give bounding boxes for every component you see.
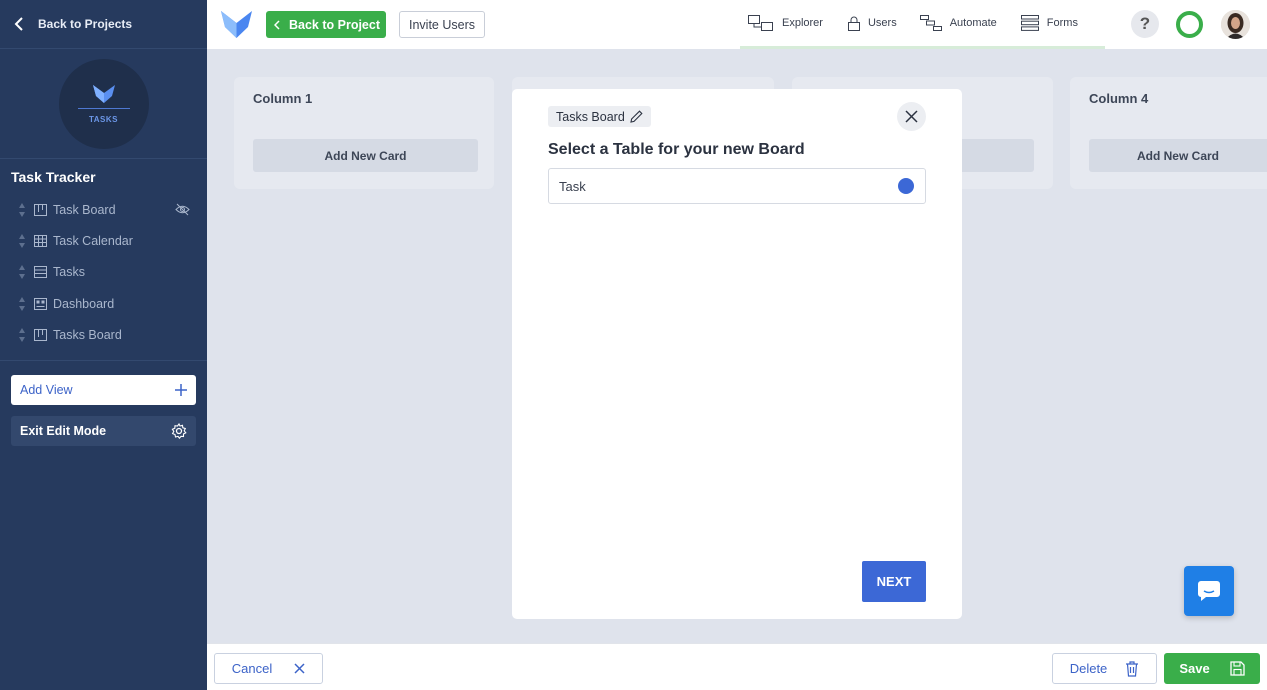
- nav-explorer-label: Explorer: [782, 17, 823, 29]
- drag-handle-icon[interactable]: [18, 233, 26, 248]
- chevron-left-icon: [274, 19, 280, 30]
- plus-icon: [175, 384, 187, 396]
- forms-icon: [1020, 15, 1039, 31]
- drag-handle-icon[interactable]: [18, 296, 26, 311]
- project-title: Task Tracker: [11, 169, 96, 185]
- nav-automate-label: Automate: [949, 17, 997, 29]
- close-icon: [294, 663, 305, 674]
- table-option-task[interactable]: Task: [548, 168, 926, 204]
- table-icon: [34, 266, 47, 279]
- pencil-icon: [630, 110, 643, 123]
- automate-icon: [919, 15, 942, 31]
- modal-title: Select a Table for your new Board: [548, 141, 805, 158]
- sidebar-item-task-calendar[interactable]: Task Calendar: [0, 225, 207, 256]
- save-button[interactable]: Save: [1164, 653, 1260, 684]
- explorer-icon: [748, 15, 773, 31]
- drag-handle-icon[interactable]: [18, 265, 26, 280]
- floppy-disk-icon: [1230, 661, 1245, 676]
- project-logo-area: TASKS: [0, 49, 207, 159]
- nav-forms[interactable]: Forms: [1020, 15, 1078, 31]
- nav-users-label: Users: [867, 17, 897, 29]
- sidebar-item-label: Dashboard: [53, 296, 115, 311]
- logo-divider: [77, 107, 130, 109]
- invite-users-button[interactable]: Invite Users: [399, 11, 485, 38]
- cancel-label: Cancel: [231, 661, 273, 676]
- radio-selected-icon[interactable]: [898, 178, 914, 194]
- top-bar: Back to Project Invite Users Explorer Us…: [207, 0, 1267, 49]
- drag-handle-icon[interactable]: [18, 202, 26, 217]
- board-name-label: Tasks Board: [556, 109, 625, 124]
- logo-label: TASKS: [88, 114, 119, 124]
- back-to-project-label: Back to Project: [289, 17, 381, 32]
- select-table-modal: Tasks Board Select a Table for your new …: [512, 89, 962, 619]
- calendar-icon: [34, 234, 47, 247]
- nav-automate[interactable]: Automate: [919, 15, 997, 31]
- lock-icon: [847, 16, 860, 31]
- chat-widget-button[interactable]: [1184, 566, 1234, 616]
- delete-button[interactable]: Delete: [1052, 653, 1157, 684]
- close-icon: [905, 110, 918, 123]
- sidebar-item-task-board[interactable]: Task Board: [0, 194, 207, 225]
- gear-icon: [171, 423, 187, 439]
- exit-edit-mode-button[interactable]: Exit Edit Mode: [11, 416, 196, 446]
- cancel-button[interactable]: Cancel: [214, 653, 323, 684]
- chevron-left-icon: [14, 17, 23, 31]
- board-icon: [34, 203, 47, 216]
- trash-icon: [1126, 660, 1139, 677]
- sidebar-item-label: Task Board: [53, 202, 116, 217]
- view-list: Task Board Task Calendar Tasks Dashboard…: [0, 194, 207, 350]
- board-column: Column 1 Add New Card: [234, 77, 494, 189]
- dashboard-icon: [34, 297, 47, 310]
- sidebar-item-tasks-board[interactable]: Tasks Board: [0, 319, 207, 350]
- back-to-projects-link[interactable]: Back to Projects: [0, 0, 207, 49]
- project-logo: TASKS: [58, 58, 149, 149]
- add-new-card-button[interactable]: Add New Card: [1089, 139, 1267, 172]
- app-logo-icon[interactable]: [220, 9, 253, 39]
- help-button[interactable]: ?: [1131, 10, 1159, 38]
- exit-edit-mode-label: Exit Edit Mode: [20, 424, 107, 438]
- sidebar-divider: [0, 360, 207, 362]
- back-to-project-button[interactable]: Back to Project: [266, 11, 386, 38]
- nav-users[interactable]: Users: [847, 16, 897, 31]
- drag-handle-icon[interactable]: [18, 327, 26, 342]
- bottom-bar: Cancel Delete Save: [207, 643, 1267, 690]
- sidebar-item-label: Tasks Board: [53, 327, 122, 342]
- add-view-label: Add View: [20, 383, 73, 397]
- sidebar: Back to Projects TASKS Task Tracker Task…: [0, 0, 207, 690]
- user-avatar[interactable]: [1221, 10, 1250, 39]
- close-modal-button[interactable]: [897, 102, 926, 131]
- nav-forms-label: Forms: [1046, 17, 1078, 29]
- next-button[interactable]: NEXT: [862, 561, 926, 602]
- sidebar-item-tasks[interactable]: Tasks: [0, 257, 207, 288]
- column-title: Column 4: [1089, 91, 1149, 106]
- add-view-button[interactable]: Add View: [11, 375, 196, 405]
- sidebar-item-label: Tasks: [53, 265, 85, 280]
- sidebar-item-label: Task Calendar: [53, 233, 133, 248]
- eye-off-icon[interactable]: [175, 203, 190, 216]
- sidebar-item-dashboard[interactable]: Dashboard: [0, 288, 207, 319]
- delete-label: Delete: [1069, 661, 1108, 676]
- save-label: Save: [1179, 661, 1210, 676]
- board-icon: [34, 328, 47, 341]
- progress-ring-icon[interactable]: [1175, 10, 1204, 39]
- board-column: Column 4 Add New Card: [1070, 77, 1267, 189]
- table-option-label: Task: [559, 178, 586, 194]
- top-navigation: Explorer Users Automate Forms: [740, 0, 1105, 49]
- back-to-projects-label: Back to Projects: [38, 17, 133, 31]
- board-name-tag[interactable]: Tasks Board: [548, 106, 651, 127]
- avatar-image: [1221, 10, 1250, 39]
- column-title: Column 1: [253, 91, 313, 106]
- fox-logo-icon: [92, 84, 115, 103]
- nav-explorer[interactable]: Explorer: [748, 15, 823, 31]
- chat-bubble-icon: [1198, 581, 1220, 601]
- add-new-card-button[interactable]: Add New Card: [253, 139, 478, 172]
